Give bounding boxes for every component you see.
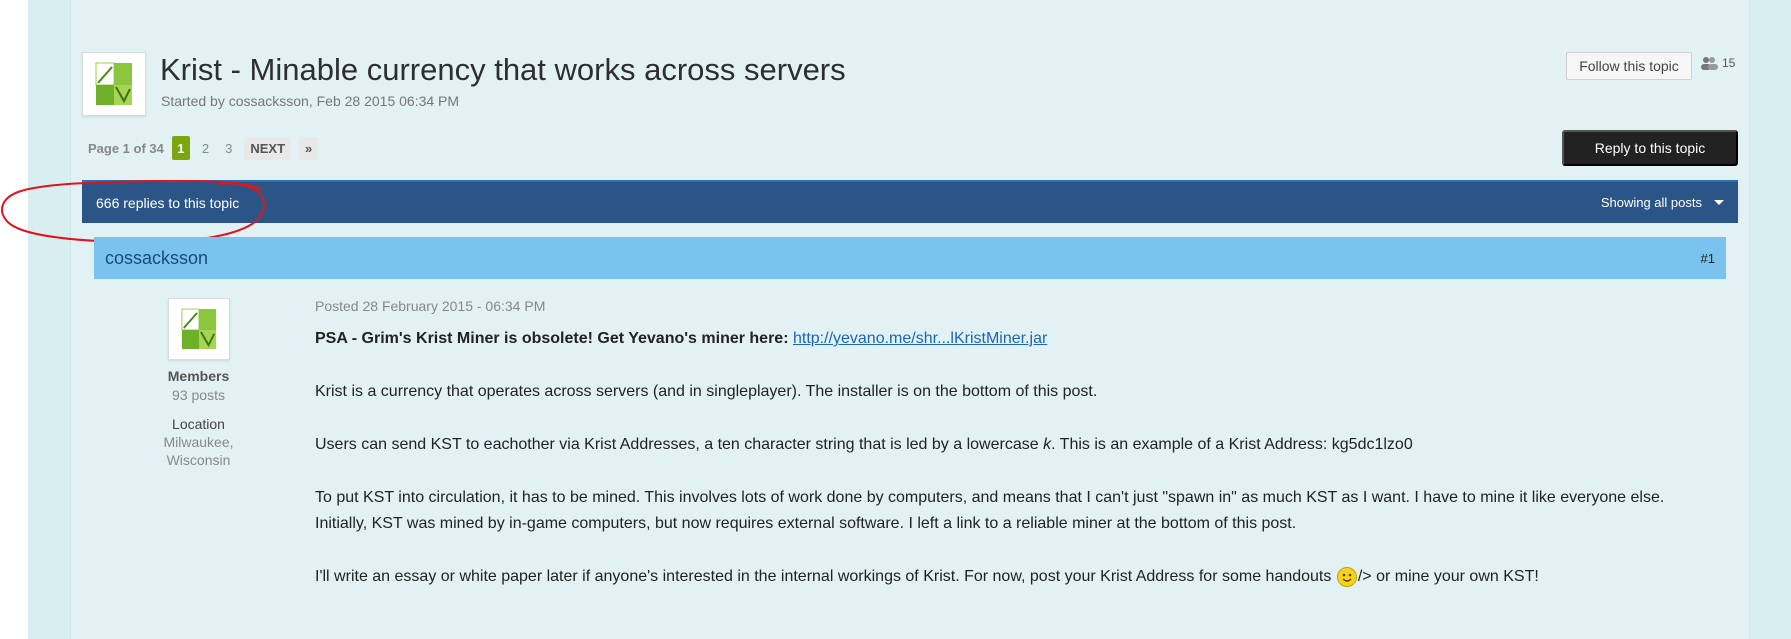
reply-topic-button[interactable]: Reply to this topic [1562, 130, 1738, 166]
post-author-name[interactable]: cossacksson [105, 248, 208, 269]
paragraph-2-address: . This is an example of a Krist Address:… [1051, 436, 1413, 453]
krist-avatar-icon [180, 308, 216, 349]
miner-link[interactable]: http://yevano.me/shr...lKristMiner.jar [793, 330, 1047, 347]
next-page-button[interactable]: NEXT [244, 136, 292, 160]
location-city: Milwaukee, [163, 434, 234, 450]
replies-count: 666 replies to this topic [96, 194, 240, 211]
page-link-3[interactable]: 3 [221, 141, 236, 156]
paragraph-5-end: /> or mine your own KST! [1357, 568, 1539, 585]
pagination: Page 1 of 34 1 2 3 NEXT » [88, 136, 319, 160]
topic-starter-avatar[interactable] [82, 52, 146, 116]
topic-meta: Started by cossacksson, Feb 28 2015 06:3… [161, 93, 460, 109]
paragraph-2-italic: k [1043, 436, 1052, 453]
paragraph-5-text: I'll write an essay or white paper later… [315, 568, 1336, 585]
followers-icon [1701, 57, 1718, 70]
post-date: Posted 28 February 2015 - 06:34 PM [315, 298, 546, 314]
followers-number: 15 [1722, 56, 1736, 70]
paragraph-4: Initially, KST was mined by in-game comp… [315, 515, 1297, 532]
author-location: Location Milwaukee, Wisconsin [136, 415, 261, 469]
location-label: Location [172, 416, 225, 432]
follow-topic-button[interactable]: Follow this topic [1566, 52, 1692, 80]
chevron-down-icon [1714, 200, 1724, 205]
author-avatar[interactable] [167, 298, 230, 360]
page-link-2[interactable]: 2 [198, 141, 213, 156]
location-state: Wisconsin [166, 452, 231, 468]
author-post-count: 93 posts [172, 387, 225, 403]
paragraph-2: Users can send KST to eachother via Kris… [315, 432, 1715, 458]
paragraph-5: I'll write an essay or white paper later… [315, 564, 1715, 590]
page-current: 1 [171, 136, 190, 160]
followers-count[interactable]: 15 [1700, 56, 1735, 70]
krist-avatar-icon [95, 62, 132, 105]
replies-bar: 666 replies to this topic Showing all po… [82, 180, 1738, 223]
smiley-icon [1336, 566, 1357, 587]
post-body: Posted 28 February 2015 - 06:34 PM PSA -… [315, 298, 1715, 590]
paragraph-2-text: Users can send KST to eachother via Kris… [315, 436, 1044, 453]
post-filter-label: Showing all posts [1600, 195, 1702, 210]
post-header: cossacksson #1 [94, 237, 1726, 279]
psa-line: PSA - Grim's Krist Miner is obsolete! Ge… [315, 326, 1715, 352]
post-number[interactable]: #1 [1701, 251, 1715, 266]
last-page-button[interactable]: » [299, 136, 319, 160]
paragraph-1: Krist is a currency that operates across… [315, 383, 1098, 400]
author-group: Members [167, 368, 230, 384]
post-filter-dropdown[interactable]: Showing all posts [1601, 195, 1724, 210]
page-info[interactable]: Page 1 of 34 [88, 141, 164, 156]
topic-title: Krist - Minable currency that works acro… [160, 52, 846, 87]
author-info: Members 93 posts Location Milwaukee, Wis… [136, 298, 261, 469]
psa-text: PSA - Grim's Krist Miner is obsolete! Ge… [315, 330, 789, 347]
paragraph-3: To put KST into circulation, it has to b… [315, 489, 1665, 506]
